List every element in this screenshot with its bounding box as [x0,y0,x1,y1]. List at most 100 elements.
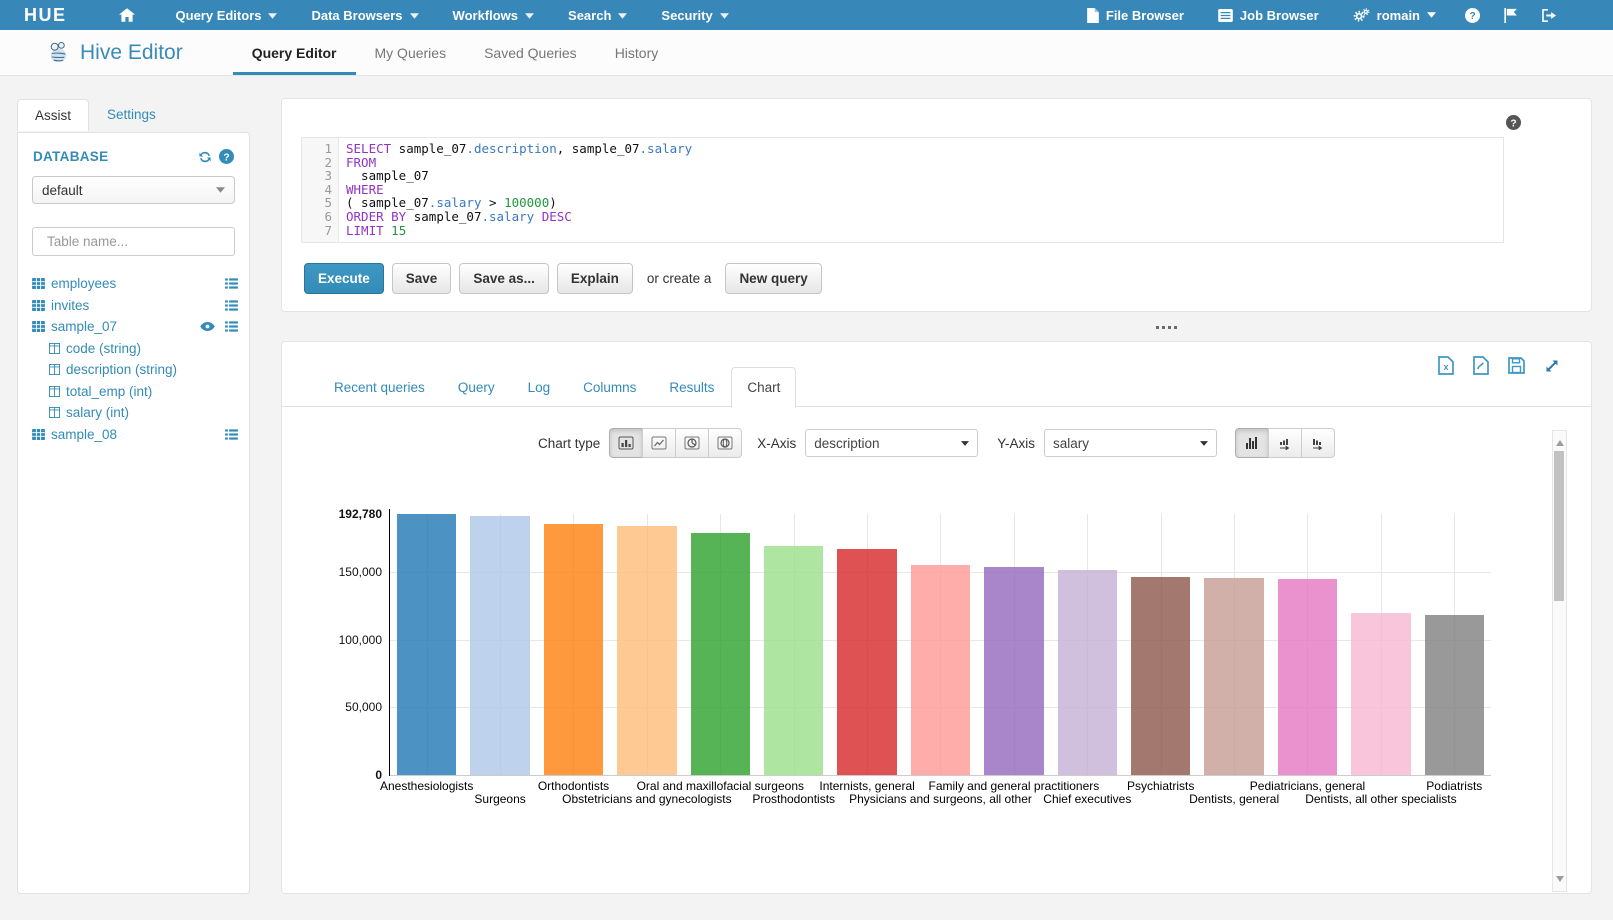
chart-bar[interactable] [470,516,529,775]
chart-type-pie-button[interactable] [675,428,709,458]
execute-button[interactable]: Execute [304,263,384,294]
table-filter-input[interactable] [32,227,235,256]
subnav-tab-query-editor[interactable]: Query Editor [233,30,356,75]
chart-bar[interactable] [764,546,823,775]
results-tab-recent-queries[interactable]: Recent queries [318,367,441,408]
table-menu-icon[interactable] [225,300,238,311]
table-sample-07[interactable]: sample_07 [32,316,238,338]
results-scrollbar[interactable] [1552,430,1567,892]
table-icon [32,321,45,332]
chart-bar[interactable] [544,524,603,775]
line-number: 1 [302,142,332,156]
subnav-tab-my-queries[interactable]: My Queries [356,30,466,75]
chart-bar[interactable] [837,549,896,776]
refresh-icon[interactable] [198,150,212,164]
save-button[interactable]: Save [392,263,452,294]
navbar-menu-workflows[interactable]: Workflows [436,0,552,30]
results-tab-results[interactable]: Results [653,367,730,408]
chart-bar[interactable] [617,526,676,775]
database-select[interactable]: default [32,176,235,204]
editor-help-icon[interactable]: ? [1506,115,1521,130]
chart-bar[interactable] [691,533,750,775]
query-editor-panel: ? 1234567 SELECT sample_07.description, … [281,98,1592,312]
results-tab-columns[interactable]: Columns [567,367,652,408]
results-tab-log[interactable]: Log [512,367,567,408]
sort-ascending-button[interactable] [1268,428,1302,458]
chart-bar[interactable] [984,567,1043,775]
table-employees[interactable]: employees [32,273,238,295]
chart-bar[interactable] [1351,613,1410,775]
x-tick-label: Physicians and surgeons, all other [849,792,1032,806]
save-as-button[interactable]: Save as... [459,263,549,294]
navbar-right: File Browser Job Browser romain ? [1070,0,1613,30]
column-code-string[interactable]: code (string) [32,338,238,360]
chart-type-bars-button[interactable] [609,428,643,458]
home-button[interactable] [107,0,147,30]
feedback-flag-button[interactable] [1492,0,1530,30]
x-tick-label: Dentists, all other specialists [1305,792,1456,806]
x-tick-label: Psychiatrists [1127,779,1194,793]
file-browser-button[interactable]: File Browser [1070,0,1201,30]
table-invites[interactable]: invites [32,295,238,317]
sql-code[interactable]: SELECT sample_07.description, sample_07.… [339,138,1503,242]
column-total-emp-int[interactable]: total_emp (int) [32,381,238,403]
gears-icon [1353,8,1370,22]
results-tab-chart[interactable]: Chart [731,367,796,408]
column-icon [49,386,60,397]
chart-type-map-button[interactable] [708,428,742,458]
scroll-up-arrow[interactable] [1556,436,1564,446]
table-sample-08[interactable]: sample_08 [32,424,238,446]
column-salary-int[interactable]: salary (int) [32,402,238,424]
preview-eye-icon[interactable] [200,322,215,331]
csv-download-icon[interactable] [1473,356,1489,375]
save-results-icon[interactable] [1508,357,1525,374]
results-tabs: Recent queriesQueryLogColumnsResultsChar… [318,367,797,408]
subnav-tab-history[interactable]: History [596,30,678,75]
x-axis-select[interactable]: description [805,429,978,457]
chart-bar[interactable] [1278,579,1337,775]
chart-bar[interactable] [1131,577,1190,775]
subnav-tab-saved-queries[interactable]: Saved Queries [465,30,596,75]
navbar-menu-security[interactable]: Security [644,0,745,30]
navbar-menu-query-editors[interactable]: Query Editors [159,0,295,30]
job-browser-button[interactable]: Job Browser [1201,0,1336,30]
column-description-string[interactable]: description (string) [32,359,238,381]
x-axis-label: X-Axis [757,436,796,451]
tab-settings[interactable]: Settings [89,98,174,130]
scrollbar-thumb[interactable] [1554,451,1564,601]
y-axis-select[interactable]: salary [1044,429,1217,457]
chart-bar[interactable] [397,514,456,775]
user-menu[interactable]: romain [1336,0,1453,30]
table-menu-icon[interactable] [225,429,238,440]
sql-editor[interactable]: 1234567 SELECT sample_07.description, sa… [301,137,1504,243]
x-tick-label: Prosthodontists [752,792,835,806]
tab-assist[interactable]: Assist [17,99,89,131]
hive-editor-title[interactable]: Hive Editor [46,40,183,65]
expand-results-icon[interactable] [1544,358,1560,374]
table-menu-icon[interactable] [225,321,238,332]
navbar-menu-search[interactable]: Search [551,0,644,30]
hue-logo[interactable]: HUE [24,5,67,26]
x-tick-label: Podiatrists [1426,779,1482,793]
navbar-menu-data-browsers[interactable]: Data Browsers [294,0,435,30]
chart-type-group [609,428,742,458]
chart-type-line-button[interactable] [642,428,676,458]
chart-bar[interactable] [911,565,970,775]
new-query-button[interactable]: New query [725,263,821,294]
code-line: LIMIT 15 [346,224,1503,238]
table-menu-icon[interactable] [225,278,238,289]
sort-descending-button[interactable] [1301,428,1335,458]
panel-resize-handle[interactable] [1152,322,1181,333]
chart-bar[interactable] [1425,615,1484,775]
bar-slot [1197,514,1270,775]
explain-button[interactable]: Explain [557,263,633,294]
excel-download-icon[interactable]: x [1438,356,1454,375]
assist-help-icon[interactable]: ? [219,149,234,164]
chart-bar[interactable] [1204,578,1263,775]
chart-bar[interactable] [1058,570,1117,775]
help-button[interactable]: ? [1453,0,1492,30]
results-tab-query[interactable]: Query [442,367,511,408]
logout-button[interactable] [1530,0,1569,30]
scroll-down-arrow[interactable] [1556,876,1564,886]
sort-default-button[interactable] [1235,428,1269,458]
